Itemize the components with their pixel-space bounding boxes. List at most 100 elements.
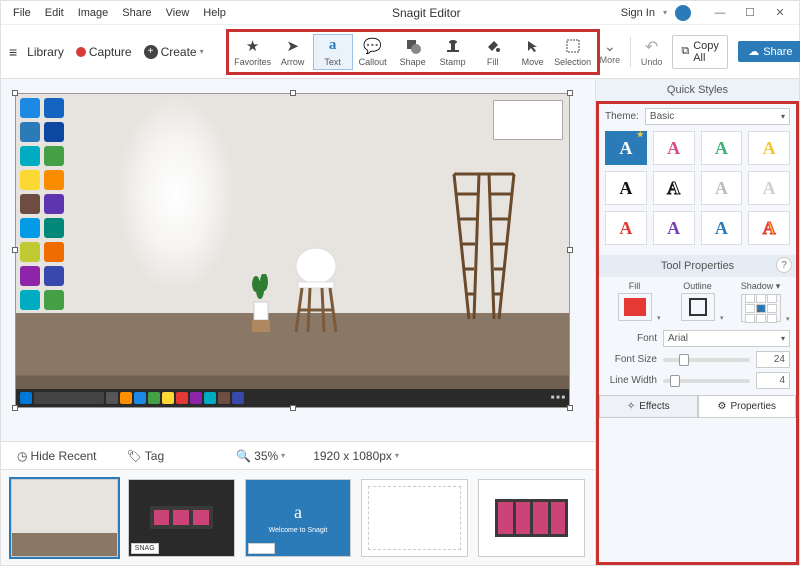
tool-fill[interactable]: Fill bbox=[473, 34, 513, 70]
tools-strip: ★Favorites ➤Arrow aText 💬Callout Shape S… bbox=[226, 29, 600, 75]
cloud-icon: ☁ bbox=[748, 45, 759, 58]
menu-share[interactable]: Share bbox=[116, 5, 157, 21]
properties-tab[interactable]: ⚙Properties bbox=[698, 395, 797, 418]
speech-bubble-icon: 💬 bbox=[363, 37, 382, 55]
library-button[interactable]: Library bbox=[21, 43, 70, 61]
hide-recent-button[interactable]: ◷Hide Recent bbox=[11, 447, 103, 465]
canvas-image[interactable]: ■ ■ ■ bbox=[15, 93, 570, 408]
style-swatch[interactable]: A bbox=[605, 171, 647, 205]
chevron-down-icon: ⌄ bbox=[604, 38, 616, 55]
style-swatch[interactable]: A bbox=[653, 131, 695, 165]
recent-thumbnails: SNAG aWelcome to SnagitSNAG bbox=[1, 469, 595, 565]
tool-selection[interactable]: Selection bbox=[553, 34, 593, 70]
canvas-area[interactable]: ■ ■ ■ bbox=[1, 79, 595, 441]
share-button[interactable]: ☁Share bbox=[738, 41, 800, 62]
style-swatch[interactable]: A bbox=[701, 171, 743, 205]
shadow-picker[interactable]: ✓ bbox=[741, 294, 781, 322]
style-swatch[interactable]: A bbox=[748, 211, 790, 245]
hamburger-icon[interactable]: ≡ bbox=[9, 44, 17, 60]
outline-label: Outline bbox=[683, 281, 712, 291]
title-bar: File Edit Image Share View Help Snagit E… bbox=[1, 1, 799, 25]
maximize-button[interactable]: ☐ bbox=[737, 4, 763, 22]
menu-view[interactable]: View bbox=[160, 5, 196, 21]
shadow-label: Shadow ▾ bbox=[741, 281, 781, 292]
style-swatch[interactable]: A bbox=[653, 211, 695, 245]
menu-edit[interactable]: Edit bbox=[39, 5, 70, 21]
desktop-icons bbox=[20, 98, 68, 310]
gear-icon: ⚙ bbox=[717, 401, 726, 412]
style-swatch[interactable]: A bbox=[701, 131, 743, 165]
quick-styles-grid: A A A A A A A A A A A A bbox=[605, 131, 790, 245]
font-dropdown[interactable]: Arial▾ bbox=[663, 330, 790, 347]
user-avatar-icon[interactable] bbox=[675, 5, 691, 21]
menu-file[interactable]: File bbox=[7, 5, 37, 21]
capture-button[interactable]: Capture bbox=[70, 43, 138, 61]
record-dot-icon bbox=[76, 47, 86, 57]
snag-badge: SNAG bbox=[248, 543, 276, 554]
main-toolbar: ≡ Library Capture +Create▾ ★Favorites ➤A… bbox=[1, 25, 799, 79]
minimize-button[interactable]: — bbox=[707, 4, 733, 22]
sign-in-link[interactable]: Sign In bbox=[621, 7, 655, 19]
style-swatch[interactable]: A bbox=[748, 171, 790, 205]
fontsize-slider[interactable] bbox=[663, 358, 750, 362]
status-bar: ◷Hide Recent 🏷Tag 🔍35%▾ 1920 x 1080px▾ bbox=[1, 441, 595, 469]
fill-label: Fill bbox=[629, 281, 641, 291]
style-swatch[interactable]: A bbox=[605, 131, 647, 165]
plus-circle-icon: + bbox=[144, 45, 158, 59]
copy-all-button[interactable]: ⧉Copy All bbox=[672, 35, 728, 69]
chevron-down-icon: ▾ bbox=[663, 8, 667, 17]
stamp-icon bbox=[446, 37, 460, 55]
tool-move[interactable]: Move bbox=[513, 34, 553, 70]
undo-button[interactable]: ↶Undo bbox=[641, 37, 663, 67]
tool-stamp[interactable]: Stamp bbox=[433, 34, 473, 70]
ladder-object bbox=[444, 164, 524, 324]
help-button[interactable]: ? bbox=[776, 257, 792, 273]
star-icon: ★ bbox=[246, 37, 259, 55]
move-cursor-icon bbox=[526, 37, 540, 55]
tool-favorites[interactable]: ★Favorites bbox=[233, 34, 273, 70]
style-swatch[interactable]: A bbox=[605, 211, 647, 245]
tool-shape[interactable]: Shape bbox=[393, 34, 433, 70]
floating-window bbox=[493, 100, 563, 140]
effects-tab[interactable]: ✧Effects bbox=[599, 395, 698, 418]
create-button[interactable]: +Create▾ bbox=[138, 43, 210, 61]
chair-object bbox=[286, 244, 346, 334]
close-button[interactable]: ✕ bbox=[767, 4, 793, 22]
copy-icon: ⧉ bbox=[681, 45, 689, 58]
zoom-dropdown[interactable]: 🔍35%▾ bbox=[230, 447, 291, 465]
style-swatch[interactable]: A bbox=[701, 211, 743, 245]
text-a-icon: a bbox=[329, 37, 337, 55]
undo-icon: ↶ bbox=[645, 37, 658, 57]
fill-color-picker[interactable] bbox=[618, 293, 652, 321]
fontsize-input[interactable]: 24 bbox=[756, 351, 790, 368]
linewidth-slider[interactable] bbox=[663, 379, 750, 383]
more-button[interactable]: ⌄More bbox=[600, 38, 621, 65]
linewidth-input[interactable]: 4 bbox=[756, 372, 790, 389]
magnifier-icon: 🔍 bbox=[236, 449, 251, 463]
thumbnail-1[interactable] bbox=[11, 479, 118, 557]
main-area: ■ ■ ■ ◷Hide Recent 🏷Tag 🔍35%▾ 1920 x bbox=[1, 79, 799, 565]
snag-badge: SNAG bbox=[131, 543, 159, 554]
thumbnail-4[interactable] bbox=[361, 479, 468, 557]
thumbnail-2[interactable]: SNAG bbox=[128, 479, 235, 557]
menu-bar: File Edit Image Share View Help bbox=[7, 5, 232, 21]
marquee-icon bbox=[566, 37, 580, 55]
menu-help[interactable]: Help bbox=[197, 5, 232, 21]
window-title: Snagit Editor bbox=[232, 6, 621, 20]
tool-properties-header: Tool Properties ? bbox=[599, 255, 796, 277]
theme-dropdown[interactable]: Basic▾ bbox=[645, 108, 790, 125]
tag-button[interactable]: 🏷Tag bbox=[121, 447, 171, 465]
tool-arrow[interactable]: ➤Arrow bbox=[273, 34, 313, 70]
thumbnail-5[interactable] bbox=[478, 479, 585, 557]
style-swatch[interactable]: A bbox=[653, 171, 695, 205]
tool-text[interactable]: aText bbox=[313, 34, 353, 70]
thumbnail-3[interactable]: aWelcome to SnagitSNAG bbox=[245, 479, 352, 557]
divider bbox=[630, 37, 631, 67]
right-panel: Quick Styles Theme: Basic▾ A A A A A A A… bbox=[595, 79, 799, 565]
outline-color-picker[interactable] bbox=[681, 293, 715, 321]
menu-image[interactable]: Image bbox=[72, 5, 115, 21]
dimensions-dropdown[interactable]: 1920 x 1080px▾ bbox=[307, 447, 405, 465]
tool-callout[interactable]: 💬Callout bbox=[353, 34, 393, 70]
style-swatch[interactable]: A bbox=[748, 131, 790, 165]
fontsize-label: Font Size bbox=[605, 354, 657, 365]
